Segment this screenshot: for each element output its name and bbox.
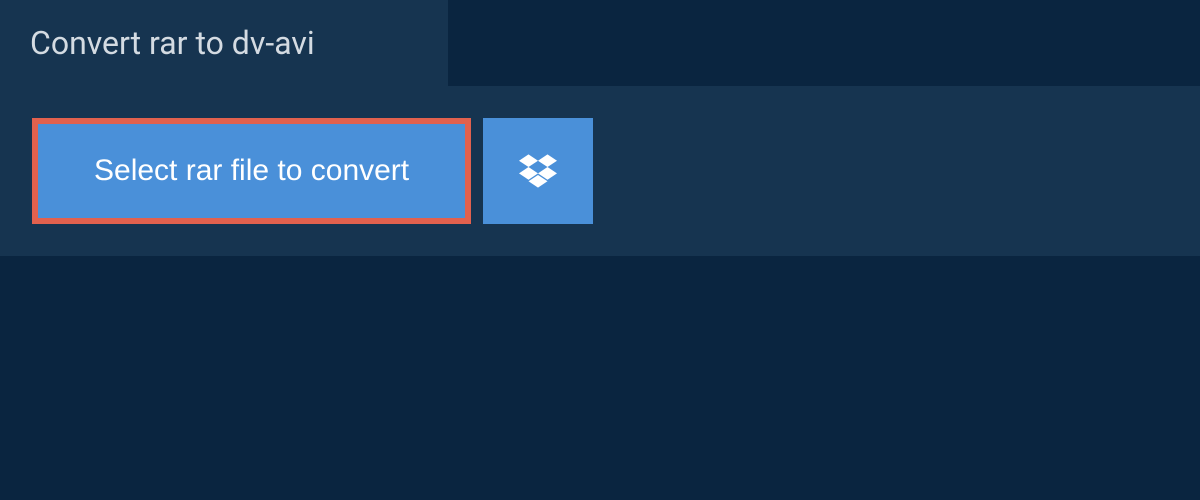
button-row: Select rar file to convert bbox=[32, 118, 1168, 224]
select-file-label: Select rar file to convert bbox=[94, 154, 409, 187]
content-panel: Select rar file to convert bbox=[0, 86, 1200, 256]
dropbox-icon bbox=[519, 154, 557, 188]
select-file-button[interactable]: Select rar file to convert bbox=[38, 124, 465, 218]
header-tab: Convert rar to dv-avi bbox=[0, 0, 448, 86]
select-file-highlight: Select rar file to convert bbox=[32, 118, 471, 224]
dropbox-button[interactable] bbox=[483, 118, 593, 224]
page-title: Convert rar to dv-avi bbox=[30, 24, 418, 62]
